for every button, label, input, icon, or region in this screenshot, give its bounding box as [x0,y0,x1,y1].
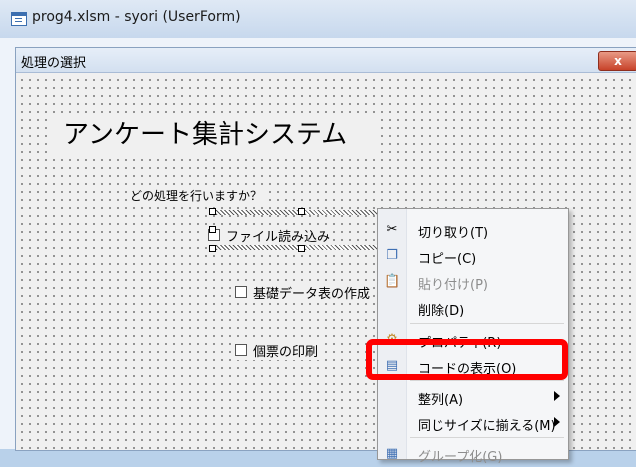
checkbox-label: 個票の印刷 [253,344,319,360]
checkbox-label: 基礎データ表の作成 [253,286,371,302]
context-menu[interactable]: ✂ 切り取り(T) ❐ コピー(C) 📋 貼り付け(P) 削除(D) ⚙ プロパ… [377,208,569,465]
menu-item-copy[interactable]: ❐ コピー(C) [378,243,568,269]
close-button[interactable]: x [598,51,636,71]
resize-handle[interactable] [209,208,216,215]
resize-handle[interactable] [298,245,305,252]
menu-separator [410,380,564,381]
userform-window-icon [11,12,27,26]
userform-titlebar[interactable]: 処理の選択 x [16,48,636,73]
menu-item-make-same-size[interactable]: 同じサイズに揃える(M) [378,410,568,436]
menu-separator [410,437,564,438]
menu-item-align[interactable]: 整列(A) [378,384,568,410]
close-icon: x [614,54,622,68]
window-title: prog4.xlsm - syori (UserForm) [32,9,241,25]
checkbox-basic-data-table[interactable]: 基礎データ表の作成 [232,282,374,302]
checkbox-icon[interactable] [235,286,247,298]
resize-handle[interactable] [298,208,305,215]
resize-handle[interactable] [209,245,216,252]
highlight-annotation [366,339,568,380]
checkbox-print-sheets[interactable]: 個票の印刷 [232,340,322,360]
scissors-icon: ✂ [386,222,398,237]
app-titlebar: prog4.xlsm - syori (UserForm) [0,0,636,39]
submenu-arrow-icon [554,391,560,401]
userform-title: 処理の選択 [21,56,87,71]
menu-item-delete[interactable]: 削除(D) [378,295,568,321]
checkbox-icon[interactable] [235,344,247,356]
heading-label[interactable]: アンケート集計システム [47,115,377,155]
menu-separator [410,323,564,324]
question-label[interactable]: どの処理を行いますか？ [128,187,265,204]
submenu-arrow-icon [554,417,560,427]
menu-item-cut[interactable]: ✂ 切り取り(T) [378,217,568,243]
menu-item-paste[interactable]: 📋 貼り付け(P) [378,269,568,295]
selection-frame[interactable] [209,208,400,252]
group-icon: ▦ [385,446,399,461]
paste-icon: 📋 [384,274,401,289]
copy-icon: ❐ [386,248,398,263]
resize-handle[interactable] [209,226,216,233]
menu-item-group[interactable]: ▦ グループ化(G) [378,441,568,467]
